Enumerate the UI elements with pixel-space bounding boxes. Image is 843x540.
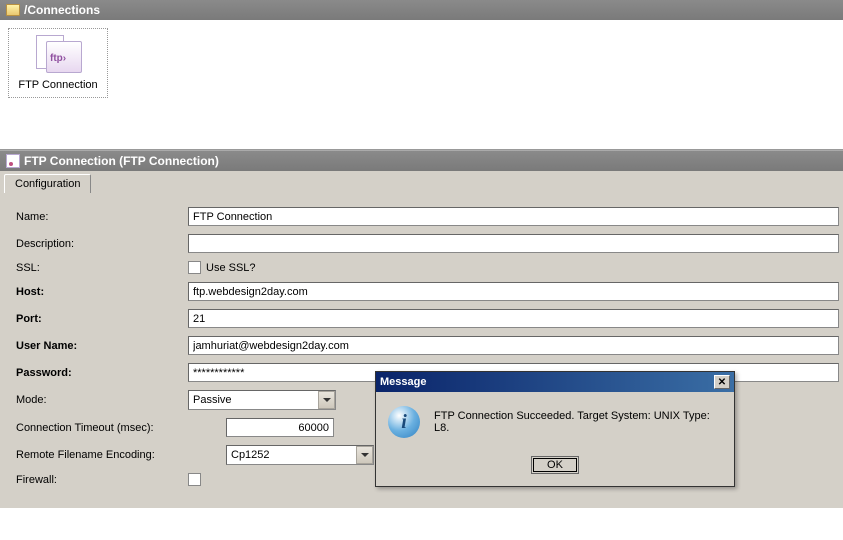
ftp-small-icon	[6, 154, 20, 168]
username-input[interactable]	[188, 336, 839, 355]
connection-item-label: FTP Connection	[17, 79, 99, 91]
tabs-row: Configuration	[0, 171, 843, 193]
dialog-message: FTP Connection Succeeded. Target System:…	[434, 410, 722, 434]
message-dialog: Message ✕ i FTP Connection Succeeded. Ta…	[375, 371, 735, 487]
tab-configuration[interactable]: Configuration	[4, 174, 91, 193]
connections-list-area: ftp› FTP Connection	[0, 20, 843, 150]
panel-title: FTP Connection (FTP Connection)	[24, 154, 219, 168]
ok-button[interactable]: OK	[531, 456, 579, 474]
port-input[interactable]	[188, 309, 839, 328]
username-label: User Name:	[16, 340, 188, 352]
close-icon: ✕	[718, 377, 726, 388]
host-label: Host:	[16, 286, 188, 298]
ssl-checkbox-label: Use SSL?	[206, 262, 256, 274]
encoding-select[interactable]	[226, 445, 374, 465]
encoding-dropdown-button[interactable]	[356, 446, 373, 464]
panel-header: FTP Connection (FTP Connection)	[0, 150, 843, 171]
ssl-label: SSL:	[16, 262, 188, 274]
connections-header: /Connections	[0, 0, 843, 20]
folder-icon	[6, 4, 20, 16]
dialog-title-text: Message	[380, 376, 426, 388]
ftp-connection-item[interactable]: ftp› FTP Connection	[8, 28, 108, 98]
dialog-close-button[interactable]: ✕	[714, 375, 730, 389]
ftp-connection-icon: ftp›	[32, 35, 84, 75]
name-label: Name:	[16, 211, 188, 223]
timeout-input[interactable]	[226, 418, 334, 437]
description-label: Description:	[16, 238, 188, 250]
firewall-checkbox[interactable]	[188, 473, 201, 486]
port-label: Port:	[16, 313, 188, 325]
timeout-label: Connection Timeout (msec):	[16, 422, 226, 434]
host-input[interactable]	[188, 282, 839, 301]
info-icon: i	[388, 406, 420, 438]
mode-label: Mode:	[16, 394, 188, 406]
dialog-titlebar[interactable]: Message ✕	[376, 372, 734, 392]
configuration-form: Name: Description: SSL: Use SSL? Host: P…	[0, 193, 843, 508]
ssl-checkbox[interactable]	[188, 261, 201, 274]
header-title: /Connections	[24, 3, 100, 17]
name-input[interactable]	[188, 207, 839, 226]
mode-select[interactable]	[188, 390, 336, 410]
firewall-label: Firewall:	[16, 474, 188, 486]
mode-dropdown-button[interactable]	[318, 391, 335, 409]
encoding-label: Remote Filename Encoding:	[16, 449, 226, 461]
description-input[interactable]	[188, 234, 839, 253]
password-label: Password:	[16, 367, 188, 379]
